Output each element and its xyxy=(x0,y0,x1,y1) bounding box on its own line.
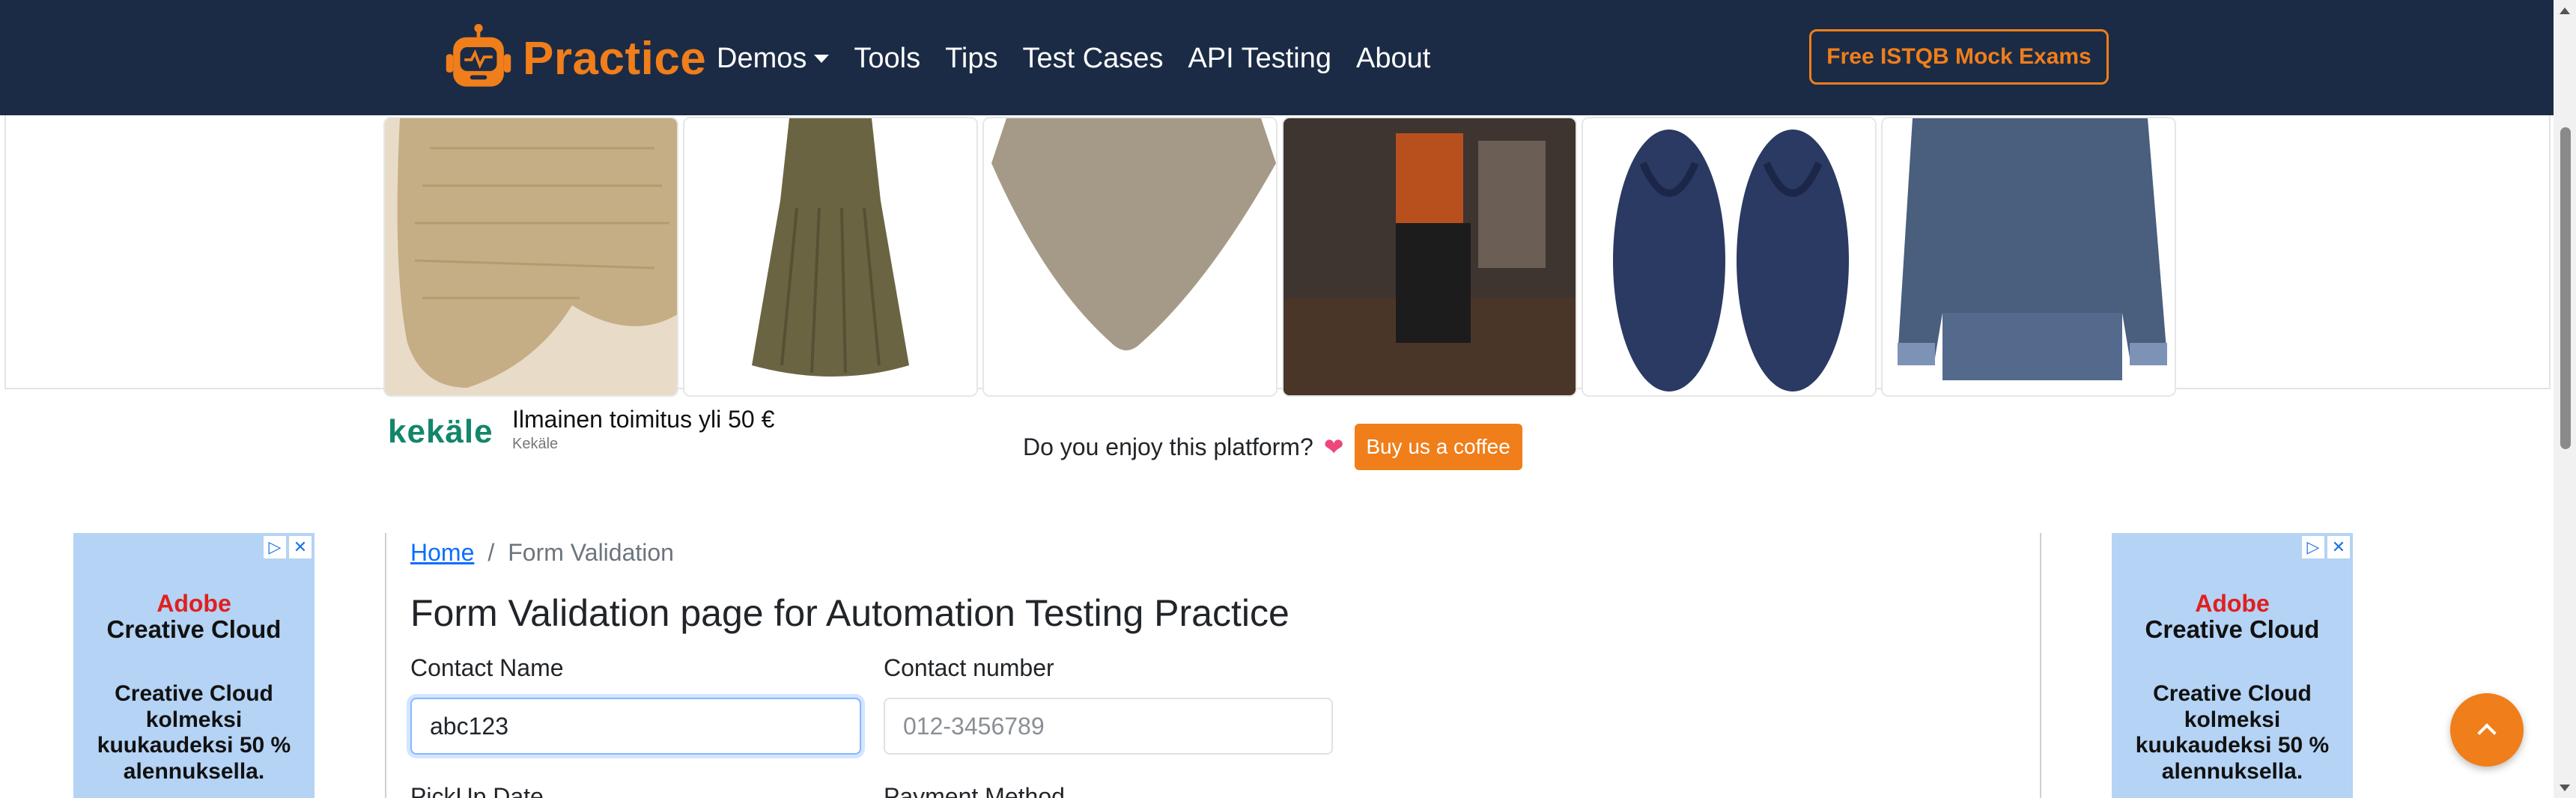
ad-choices-icon[interactable]: ▷ xyxy=(264,536,286,558)
ad-product-name: Creative Cloud xyxy=(2145,615,2320,643)
adobe-logo: Adobe xyxy=(2195,590,2270,617)
istqb-mock-exams-button[interactable]: Free ISTQB Mock Exams xyxy=(1809,29,2109,85)
nav-link-test-cases[interactable]: Test Cases xyxy=(1022,43,1163,75)
contact-number-input[interactable] xyxy=(884,698,1333,755)
adobe-logo: Adobe xyxy=(157,590,231,617)
ad-headline[interactable]: Ilmainen toimitus yli 50 € xyxy=(512,406,774,433)
ad-product-poncho[interactable] xyxy=(982,117,1278,397)
payment-method-label: Payment Method xyxy=(884,783,1065,798)
ad-brand-logo[interactable]: kekäle xyxy=(388,413,493,451)
support-question: Do you enjoy this platform? xyxy=(1023,433,1313,460)
contact-name-input[interactable] xyxy=(410,698,861,755)
heart-icon: ❤ xyxy=(1323,433,1344,460)
nav-link-tips[interactable]: Tips xyxy=(945,43,997,75)
nav-link-demos-label: Demos xyxy=(717,42,807,74)
contact-number-label: Contact number xyxy=(884,654,1054,681)
caret-down-icon xyxy=(814,54,830,63)
scroll-up-icon[interactable] xyxy=(2560,7,2570,14)
left-side-ad[interactable]: ▷ ✕ Adobe Creative Cloud Creative Cloud … xyxy=(73,533,315,798)
nav-link-api-testing[interactable]: API Testing xyxy=(1188,43,1331,75)
scroll-down-icon[interactable] xyxy=(2560,785,2570,791)
robot-logo-icon xyxy=(446,23,511,87)
top-navbar: Practice Demos Tools Tips Test Cases API… xyxy=(0,0,2554,115)
breadcrumb: Home / Form Validation xyxy=(410,539,674,567)
ad-choices[interactable]: ▷ ✕ xyxy=(2302,536,2350,558)
brand-link[interactable]: Practice xyxy=(443,21,706,96)
contact-name-label: Contact Name xyxy=(410,654,564,681)
form-card: Home / Form Validation Form Validation p… xyxy=(385,533,2041,798)
breadcrumb-separator: / xyxy=(487,539,495,566)
ad-product-lifestyle-photo[interactable] xyxy=(1282,117,1577,397)
ad-copy: Creative Cloud kolmeksi kuukaudeksi 50 %… xyxy=(97,681,291,784)
ad-copy: Creative Cloud kolmeksi kuukaudeksi 50 %… xyxy=(2135,681,2330,784)
nav-menu: Demos Tools Tips Test Cases API Testing … xyxy=(717,36,1455,81)
ad-product-name: Creative Cloud xyxy=(106,615,282,643)
close-ad-icon[interactable]: ✕ xyxy=(2327,536,2350,558)
breadcrumb-home-link[interactable]: Home xyxy=(410,539,474,567)
support-banner: Do you enjoy this platform? ❤ Buy us a c… xyxy=(1023,424,1522,470)
nav-link-demos[interactable]: Demos xyxy=(717,42,830,75)
back-to-top-button[interactable] xyxy=(2450,693,2524,767)
page-scrollbar[interactable] xyxy=(2554,0,2576,798)
pickup-date-label: PickUp Date xyxy=(410,783,544,798)
top-banner-ad: kekäle Ilmainen toimitus yli 50 € Kekäle xyxy=(4,75,2551,452)
ad-source: Kekäle xyxy=(512,436,559,452)
breadcrumb-current: Form Validation xyxy=(508,539,674,566)
brand-name: Practice xyxy=(523,32,707,85)
close-ad-icon[interactable]: ✕ xyxy=(289,536,312,558)
ad-product-knit-scarf[interactable] xyxy=(383,117,678,397)
right-side-ad[interactable]: ▷ ✕ Adobe Creative Cloud Creative Cloud … xyxy=(2112,533,2353,798)
ad-choices[interactable]: ▷ ✕ xyxy=(264,536,312,558)
scrollbar-thumb[interactable] xyxy=(2560,127,2571,449)
nav-link-tools[interactable]: Tools xyxy=(854,43,920,75)
nav-link-about[interactable]: About xyxy=(1356,43,1430,75)
page-title: Form Validation page for Automation Test… xyxy=(410,592,1289,634)
ad-product-flip-flops[interactable] xyxy=(1582,117,1877,397)
ad-product-dress[interactable] xyxy=(683,117,978,397)
ad-choices-icon[interactable]: ▷ xyxy=(2302,536,2324,558)
ad-product-sweater[interactable] xyxy=(1881,117,2176,397)
buy-coffee-button[interactable]: Buy us a coffee xyxy=(1354,424,1522,470)
chevron-up-icon xyxy=(2477,723,2497,743)
